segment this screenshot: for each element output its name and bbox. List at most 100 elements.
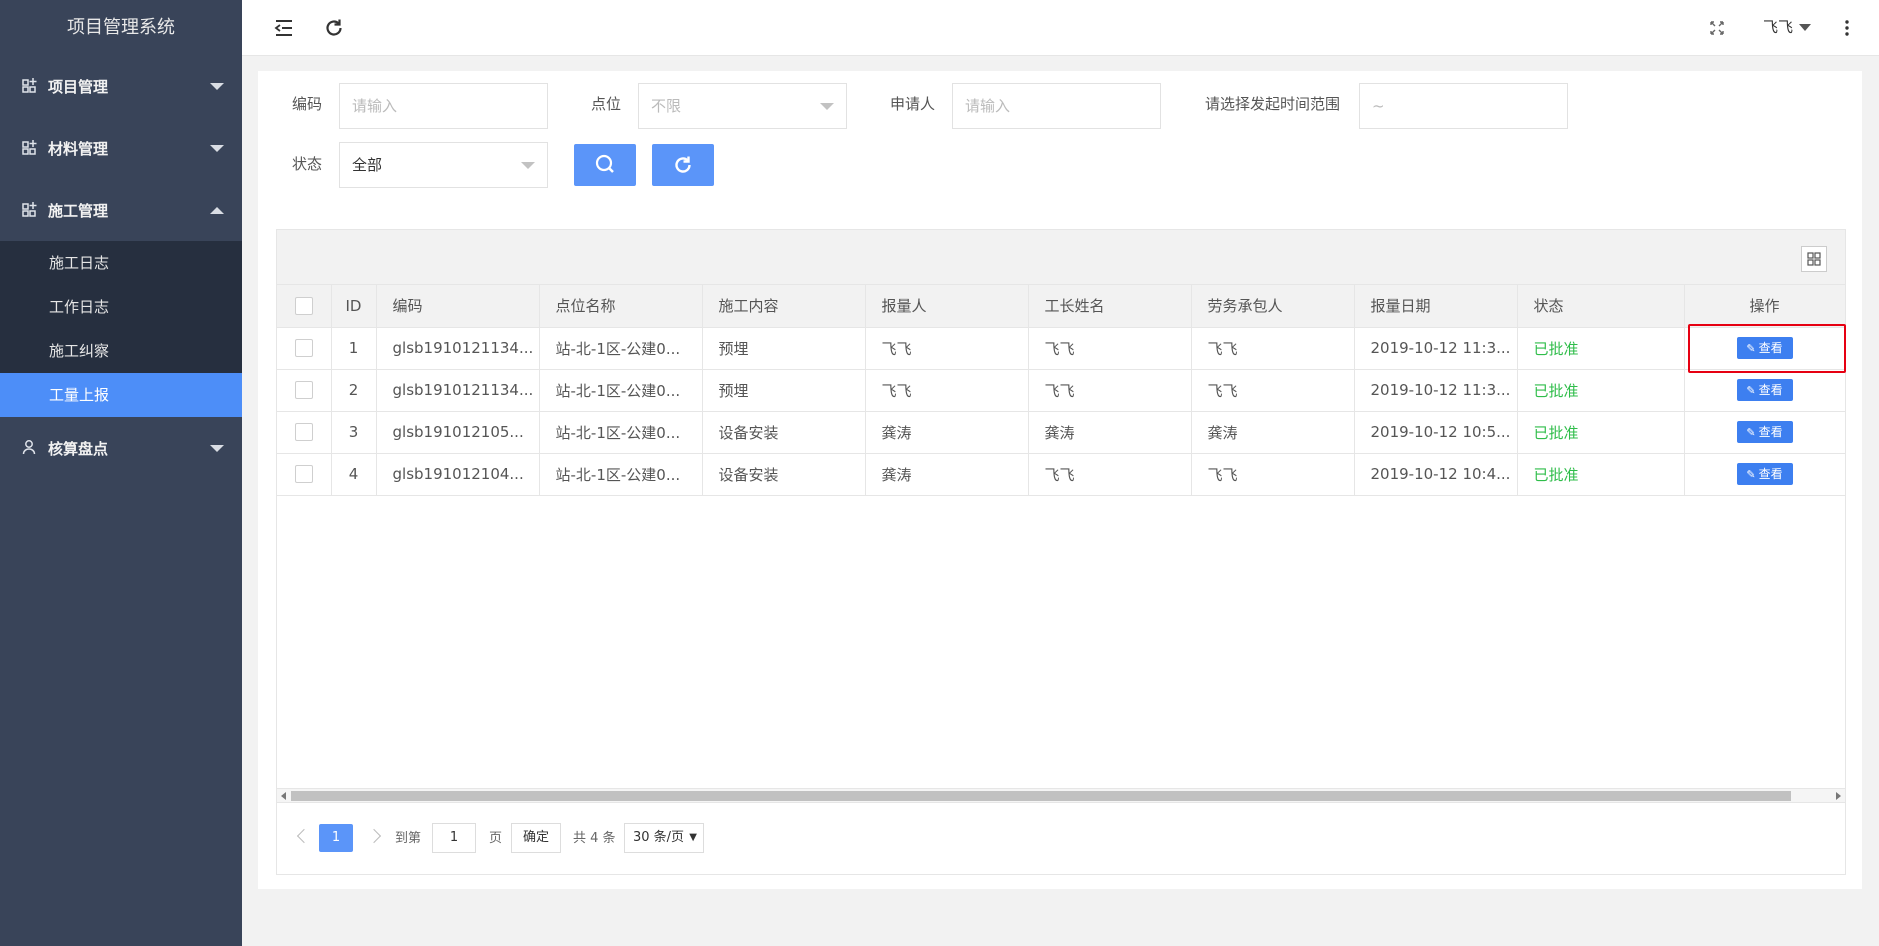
cell-action: ✎ 查看 [1683,411,1846,454]
view-button-label: 查看 [1758,341,1783,355]
cell-contractor: 龚涛 [1191,411,1355,454]
table-row: 3 glsb191012105... 站-北-1区-公建0... 设备安装 龚涛… [277,411,1846,454]
menu-item-label: 施工管理 [48,201,109,220]
cell-reporter: 飞飞 [865,327,1029,370]
view-button-label: 查看 [1758,467,1783,481]
submenu-item-quantity-report[interactable]: 工量上报 [0,373,242,417]
header-content[interactable]: 施工内容 [702,285,866,328]
header-foreman[interactable]: 工长姓名 [1028,285,1192,328]
prev-page-icon[interactable] [296,828,312,844]
user-menu[interactable]: 飞飞 [1763,16,1811,37]
search-button[interactable] [574,144,636,186]
search-icon [595,154,614,173]
time-range-label: 请选择发起时间范围 [1205,95,1341,113]
cell-contractor: 飞飞 [1191,453,1355,496]
fullscreen-icon[interactable] [1705,16,1729,40]
cell-id: 4 [331,453,377,496]
code-input[interactable]: 请输入 [339,83,548,129]
caret-down-icon: ▼ [689,832,697,843]
header-point-name[interactable]: 点位名称 [539,285,703,328]
row-checkbox[interactable] [294,339,313,358]
row-checkbox-cell [277,369,332,412]
applicant-input[interactable]: 请输入 [952,83,1161,129]
row-checkbox[interactable] [294,465,313,484]
time-range-input[interactable]: ~ [1359,83,1568,129]
goto-page-input[interactable]: 1 [432,823,476,853]
scroll-right-icon[interactable] [1836,792,1841,800]
submenu-construction: 施工日志 工作日志 施工纠察 工量上报 [0,241,242,417]
cell-code: glsb1910121134... [376,369,540,412]
view-button[interactable]: ✎ 查看 [1736,463,1793,485]
page-size-value: 30 条/页 [633,830,685,845]
table-header-row: ID 编码 点位名称 施工内容 报量人 工长姓名 劳务承包人 报量日期 状态 操… [277,285,1846,328]
point-label: 点位 [591,95,622,113]
menu-item-label: 核算盘点 [48,439,109,458]
cell-date: 2019-10-12 11:3... [1354,369,1518,412]
cell-foreman: 飞飞 [1028,453,1192,496]
row-checkbox[interactable] [294,381,313,400]
header-contractor[interactable]: 劳务承包人 [1191,285,1355,328]
next-page-icon[interactable] [366,828,382,844]
horizontal-scrollbar[interactable] [277,788,1845,802]
code-label: 编码 [292,95,323,113]
header-code[interactable]: 编码 [376,285,540,328]
submenu-item-work-log[interactable]: 工作日志 [0,285,242,329]
row-checkbox-cell [277,327,332,370]
more-vertical-icon[interactable] [1835,16,1859,40]
cell-action: ✎ 查看 [1683,453,1846,496]
cell-code: glsb191012104... [376,453,540,496]
menu-fold-icon[interactable] [272,16,296,40]
cell-date: 2019-10-12 10:5... [1354,411,1518,454]
cell-content: 设备安装 [702,411,866,454]
caret-down-icon [1799,24,1811,31]
cell-point-name: 站-北-1区-公建0... [539,411,703,454]
cell-id: 2 [331,369,377,412]
pencil-icon: ✎ [1746,384,1756,397]
header-reporter[interactable]: 报量人 [865,285,1029,328]
header-action: 操作 [1683,285,1846,328]
page-unit-label: 页 [489,831,503,846]
table-row: 2 glsb1910121134... 站-北-1区-公建0... 预埋 飞飞 … [277,369,1846,412]
cell-code: glsb191012105... [376,411,540,454]
view-button[interactable]: ✎ 查看 [1736,421,1793,443]
row-checkbox[interactable] [294,423,313,442]
goto-confirm-button[interactable]: 确定 [511,823,561,853]
menu-item-accounting[interactable]: 核算盘点 [0,417,242,479]
user-icon [22,439,40,457]
cell-reporter: 飞飞 [865,369,1029,412]
refresh-icon[interactable] [322,16,346,40]
reset-button[interactable] [652,144,714,186]
header-status[interactable]: 状态 [1517,285,1685,328]
cell-contractor: 飞飞 [1191,327,1355,370]
cell-content: 预埋 [702,369,866,412]
point-select[interactable]: 不限 [638,83,847,129]
row-checkbox-cell [277,411,332,454]
cell-contractor: 飞飞 [1191,369,1355,412]
view-button[interactable]: ✎ 查看 [1736,379,1793,401]
pagination: 1 到第 1 页 确定 共 4 条 30 条/页 ▼ [277,802,1845,874]
header-id[interactable]: ID [331,285,377,328]
submenu-item-inspection[interactable]: 施工纠察 [0,329,242,373]
cell-status: 已批准 [1517,453,1685,496]
caret-down-icon [210,145,224,152]
caret-down-icon [210,445,224,452]
cell-foreman: 龚涛 [1028,411,1192,454]
menu-item-construction[interactable]: 施工管理 [0,179,242,241]
view-button[interactable]: ✎ 查看 [1736,337,1793,359]
scroll-left-icon[interactable] [281,792,286,800]
menu-item-label: 项目管理 [48,77,109,96]
header-date[interactable]: 报量日期 [1354,285,1518,328]
cell-point-name: 站-北-1区-公建0... [539,453,703,496]
menu-item-material[interactable]: 材料管理 [0,117,242,179]
cell-code: glsb1910121134... [376,327,540,370]
scrollbar-thumb[interactable] [291,791,1791,801]
select-all-checkbox[interactable] [294,297,313,315]
menu-item-project[interactable]: 项目管理 [0,55,242,117]
columns-filter-icon[interactable] [1801,246,1827,272]
grid-add-icon [22,77,40,95]
status-select[interactable]: 全部 [339,142,548,188]
submenu-item-construction-log[interactable]: 施工日志 [0,241,242,285]
page-1-button[interactable]: 1 [319,824,353,852]
goto-label: 到第 [395,831,422,846]
page-size-select[interactable]: 30 条/页 ▼ [624,823,704,853]
